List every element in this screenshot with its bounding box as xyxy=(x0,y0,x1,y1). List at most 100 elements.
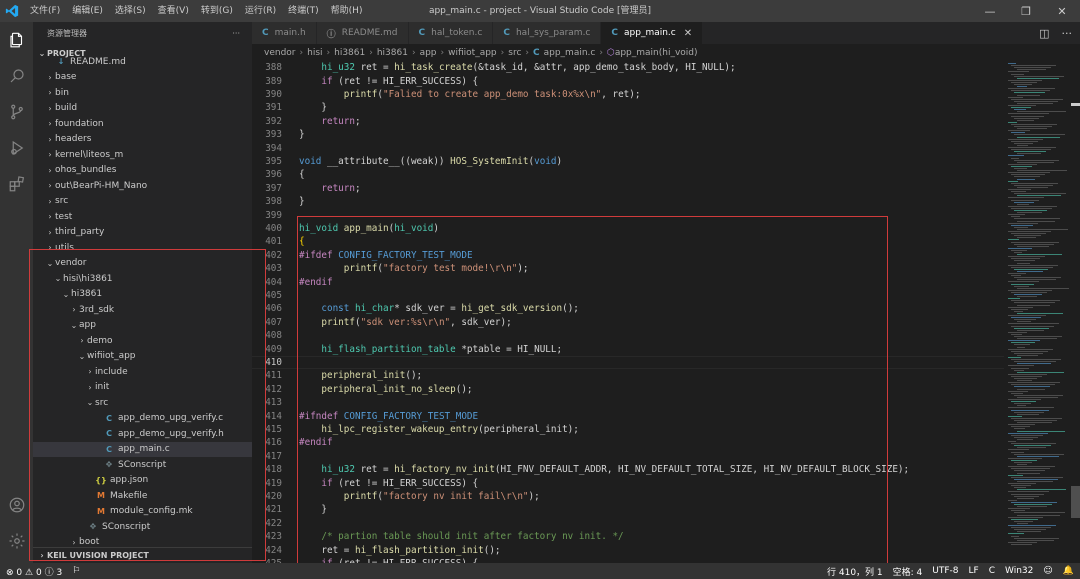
code-line[interactable]: 400 hi_void app_main(hi_void) xyxy=(252,222,1004,235)
code-line[interactable]: 390 printf("Falied to create app_demo ta… xyxy=(252,88,1004,101)
tree-folder[interactable]: › include xyxy=(33,364,252,380)
account-icon[interactable] xyxy=(0,487,33,523)
close-window-button[interactable]: ✕ xyxy=(1044,0,1080,22)
code-line[interactable]: 423 /* partion table should init after f… xyxy=(252,530,1004,543)
code-line[interactable]: 393} xyxy=(252,128,1004,141)
code-line[interactable]: 409 hi_flash_partition_table *ptable = H… xyxy=(252,342,1004,355)
code-line[interactable]: 418 hi_u32 ret = hi_factory_nv_init(HI_F… xyxy=(252,463,1004,476)
tree-folder[interactable]: ⌄ app xyxy=(33,318,252,334)
close-tab-icon[interactable]: ✕ xyxy=(684,28,692,39)
breadcrumb-item[interactable]: app_main.c xyxy=(544,48,596,58)
breadcrumb-item[interactable]: app xyxy=(420,48,437,58)
maximize-button[interactable]: ❐ xyxy=(1008,0,1044,22)
feedback-icon[interactable]: ☺ xyxy=(1043,566,1052,576)
more-actions-icon[interactable]: ··· xyxy=(232,29,240,38)
problems-indicator[interactable]: ⊗ 0 ⚠ 0 ⓘ 3 xyxy=(6,565,62,578)
minimap[interactable] xyxy=(1004,61,1080,563)
tab-app_main-c[interactable]: Capp_main.c ✕ xyxy=(601,22,704,44)
code-line[interactable]: 388 hi_u32 ret = hi_task_create(&task_id… xyxy=(252,61,1004,74)
code-line[interactable]: 403 printf("factory test mode!\r\n"); xyxy=(252,262,1004,275)
tree-file[interactable]: Capp_demo_upg_verify.h xyxy=(33,426,252,442)
more-editor-actions-icon[interactable]: ··· xyxy=(1062,27,1073,40)
menu-item[interactable]: 终端(T) xyxy=(282,0,325,22)
code-editor[interactable]: 388 hi_u32 ret = hi_task_create(&task_id… xyxy=(252,61,1004,563)
tree-folder[interactable]: › foundation xyxy=(33,116,252,132)
settings-gear-icon[interactable] xyxy=(0,523,33,559)
code-line[interactable]: 422 xyxy=(252,517,1004,530)
code-line[interactable]: 410 xyxy=(252,355,1004,370)
code-line[interactable]: 395 void __attribute__((weak)) HOS_System… xyxy=(252,155,1004,168)
tree-file[interactable]: Capp_main.c xyxy=(33,441,252,457)
extensions-icon[interactable] xyxy=(0,166,33,202)
indentation[interactable]: 空格: 4 xyxy=(893,565,923,578)
code-line[interactable]: 392 return; xyxy=(252,115,1004,128)
tab-hal_token-c[interactable]: Chal_token.c xyxy=(408,22,494,44)
tree-file[interactable]: ↓ README.md xyxy=(33,54,252,70)
tree-folder[interactable]: ⌄ hi3861 xyxy=(33,287,252,303)
code-line[interactable]: 404 #endif xyxy=(252,275,1004,288)
tab-main-h[interactable]: Cmain.h xyxy=(252,22,317,44)
tree-folder[interactable]: › kernel\liteos_m xyxy=(33,147,252,163)
tree-folder[interactable]: › ohos_bundles xyxy=(33,163,252,179)
breadcrumb-item[interactable]: app_main(hi_void) xyxy=(615,48,698,58)
breadcrumb-item[interactable]: src xyxy=(508,48,521,58)
minimize-button[interactable]: — xyxy=(972,0,1008,22)
source-control-icon[interactable] xyxy=(0,94,33,130)
code-line[interactable]: 416 #endif xyxy=(252,436,1004,449)
menu-item[interactable]: 转到(G) xyxy=(195,0,239,22)
tab-readme-md[interactable]: ⓘ README.md xyxy=(316,22,409,44)
run-debug-icon[interactable] xyxy=(0,130,33,166)
code-line[interactable]: 411 peripheral_init(); xyxy=(252,369,1004,382)
breadcrumb-item[interactable]: hi3861 xyxy=(334,48,365,58)
code-line[interactable]: 394 xyxy=(252,141,1004,154)
code-line[interactable]: 424 ret = hi_flash_partition_init(); xyxy=(252,543,1004,556)
code-line[interactable]: 398} xyxy=(252,195,1004,208)
tree-folder[interactable]: › src xyxy=(33,194,252,210)
tree-file[interactable]: {} app.json xyxy=(33,473,252,489)
tree-folder[interactable]: › init xyxy=(33,380,252,396)
code-line[interactable]: 391 } xyxy=(252,101,1004,114)
tree-folder[interactable]: ⌄ wifiiot_app xyxy=(33,349,252,365)
notifications-bell-icon[interactable]: 🔔 xyxy=(1063,566,1074,576)
language-mode[interactable]: C xyxy=(989,566,995,576)
tree-folder[interactable]: ⌄ vendor xyxy=(33,256,252,272)
code-line[interactable]: 419 if (ret != HI_ERR_SUCCESS) { xyxy=(252,476,1004,489)
tree-file[interactable]: Capp_demo_upg_verify.c xyxy=(33,411,252,427)
code-line[interactable]: 396 { xyxy=(252,168,1004,181)
code-line[interactable]: 399 xyxy=(252,208,1004,221)
code-line[interactable]: 405 xyxy=(252,289,1004,302)
tree-folder[interactable]: › test xyxy=(33,209,252,225)
split-editor-icon[interactable]: ◫ xyxy=(1039,27,1049,40)
code-line[interactable]: 407 printf("sdk ver:%s\r\n", sdk_ver); xyxy=(252,316,1004,329)
remote-icon[interactable]: ⚐ xyxy=(72,566,80,576)
search-icon[interactable] xyxy=(0,58,33,94)
code-line[interactable]: 408 xyxy=(252,329,1004,342)
tree-file[interactable]: ✥ SConscript xyxy=(33,457,252,473)
tree-folder[interactable]: › utils xyxy=(33,240,252,256)
tree-file[interactable]: Mmodule_config.mk xyxy=(33,504,252,520)
line-ending[interactable]: LF xyxy=(969,566,979,576)
code-line[interactable]: 421 } xyxy=(252,503,1004,516)
code-line[interactable]: 414 #ifndef CONFIG_FACTORY_TEST_MODE xyxy=(252,409,1004,422)
breadcrumb-item[interactable]: hisi xyxy=(307,48,322,58)
scrollbar-thumb[interactable] xyxy=(1071,486,1080,518)
tree-folder[interactable]: ⌄ src xyxy=(33,395,252,411)
tree-folder[interactable]: › demo xyxy=(33,333,252,349)
tab-hal_sys_param-c[interactable]: Chal_sys_param.c xyxy=(493,22,602,44)
breadcrumb-item[interactable]: vendor xyxy=(264,48,296,58)
tree-folder[interactable]: › out\BearPi-HM_Nano xyxy=(33,178,252,194)
code-line[interactable]: 420 printf("factory nv init fail\r\n"); xyxy=(252,490,1004,503)
menu-item[interactable]: 帮助(H) xyxy=(325,0,369,22)
code-line[interactable]: 397 return; xyxy=(252,182,1004,195)
tree-folder[interactable]: ⌄ hisi\hi3861 xyxy=(33,271,252,287)
menu-item[interactable]: 查看(V) xyxy=(152,0,195,22)
code-line[interactable]: 401 { xyxy=(252,235,1004,248)
cursor-position[interactable]: 行 410，列 1 xyxy=(827,565,883,578)
code-line[interactable]: 413 xyxy=(252,396,1004,409)
keil-section-header[interactable]: › KEIL UVISION PROJECT xyxy=(33,547,252,563)
tree-file[interactable]: M Makefile xyxy=(33,488,252,504)
tree-folder[interactable]: › headers xyxy=(33,132,252,148)
code-line[interactable]: 412 peripheral_init_no_sleep(); xyxy=(252,383,1004,396)
menu-item[interactable]: 运行(R) xyxy=(239,0,282,22)
encoding[interactable]: UTF-8 xyxy=(932,566,958,576)
